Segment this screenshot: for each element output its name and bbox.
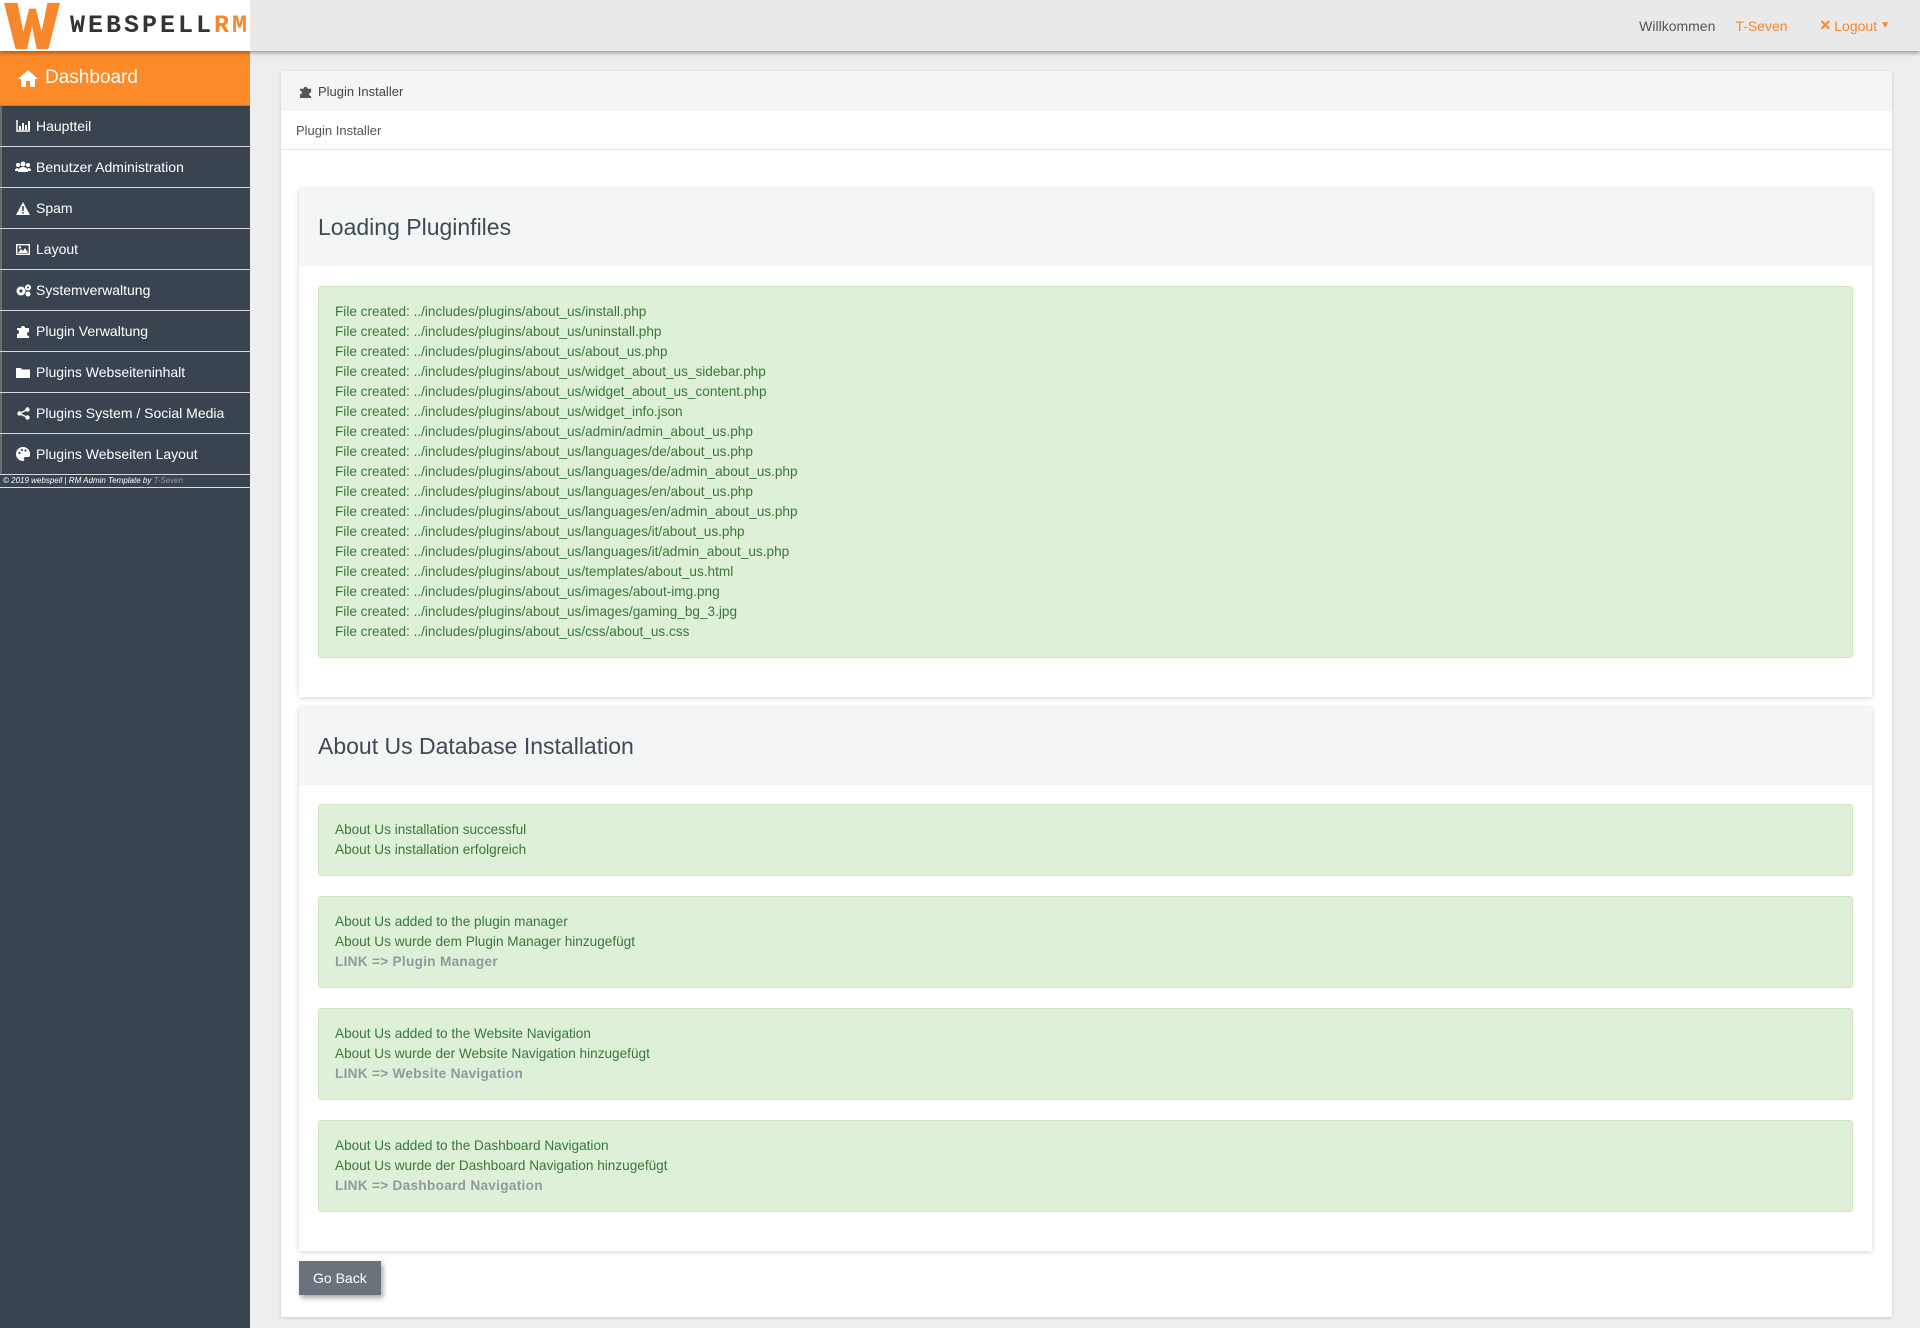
logout-label: Logout [1834, 17, 1878, 34]
chart-icon [14, 120, 32, 132]
alert-line: About Us added to the Dashboard Navigati… [335, 1138, 609, 1153]
puzzle-icon [299, 86, 312, 98]
sidebar-item-label: Benutzer Administration [36, 159, 184, 175]
file-line: File created: ../includes/plugins/about_… [335, 624, 690, 639]
file-line: File created: ../includes/plugins/about_… [335, 424, 753, 439]
sidebar-item-label: Systemverwaltung [36, 282, 151, 298]
sidebar-item-label: Plugins Webseiteninhalt [36, 364, 186, 380]
file-line: File created: ../includes/plugins/about_… [335, 484, 753, 499]
file-line: File created: ../includes/plugins/about_… [335, 584, 720, 599]
close-icon: ✕ [1819, 17, 1832, 33]
sidebar-item-label: Plugins System / Social Media [36, 405, 225, 421]
plugin-manager-alert: About Us added to the plugin manager Abo… [318, 896, 1853, 988]
file-line: File created: ../includes/plugins/about_… [335, 324, 662, 339]
file-line: File created: ../includes/plugins/about_… [335, 544, 790, 559]
copyright-text: © 2019 webspell | RM Admin Template by T… [0, 475, 250, 488]
palette-icon [14, 447, 32, 461]
card-title: About Us Database Installation [299, 707, 1872, 785]
sidebar-item-benutzer-administration[interactable]: Benutzer Administration [0, 147, 250, 188]
sidebar-item-systemverwaltung[interactable]: Systemverwaltung [0, 270, 250, 311]
file-line: File created: ../includes/plugins/about_… [335, 524, 745, 539]
breadcrumb-item: Plugin Installer [296, 122, 382, 138]
sidebar-item-plugins-system-social-media[interactable]: Plugins System / Social Media [0, 393, 250, 434]
website-navigation-link[interactable]: LINK => Website Navigation [335, 1064, 1836, 1084]
install-success-alert: About Us installation successful About U… [318, 804, 1853, 876]
file-line: File created: ../includes/plugins/about_… [335, 504, 798, 519]
plugin-files-card: Loading Pluginfiles File created: ../inc… [299, 188, 1872, 697]
database-installation-card: About Us Database Installation About Us … [299, 707, 1872, 1251]
file-line: File created: ../includes/plugins/about_… [335, 444, 753, 459]
main-panel: Plugin Installer Plugin Installer Loadin… [281, 71, 1892, 1317]
share-icon [14, 406, 32, 420]
image-icon [14, 243, 32, 255]
sidebar-item-label: Spam [36, 200, 73, 216]
file-line: File created: ../includes/plugins/about_… [335, 604, 738, 619]
file-line: File created: ../includes/plugins/about_… [335, 564, 734, 579]
breadcrumb: Plugin Installer [281, 111, 1892, 150]
file-line: File created: ../includes/plugins/about_… [335, 404, 683, 419]
sidebar-item-label: Layout [36, 241, 79, 257]
puzzle-icon [14, 324, 32, 338]
home-icon [18, 69, 38, 87]
sidebar-item-label: Hauptteil [36, 118, 92, 134]
panel-heading-title: Plugin Installer [318, 83, 404, 99]
logo-w-icon [4, 2, 60, 49]
alert-line: About Us wurde der Website Navigation hi… [335, 1046, 650, 1061]
sidebar-dashboard[interactable]: Dashboard [0, 51, 250, 106]
sidebar-item-spam[interactable]: Spam [0, 188, 250, 229]
users-icon [14, 161, 32, 173]
logout-dropdown[interactable]: ✕ Logout ▼ [1820, 17, 1890, 34]
go-back-button[interactable]: Go Back [299, 1261, 381, 1295]
panel-heading: Plugin Installer [281, 71, 1892, 111]
alert-line: About Us added to the plugin manager [335, 914, 568, 929]
file-line: File created: ../includes/plugins/about_… [335, 464, 798, 479]
sidebar-item-plugins-webseiten-layout[interactable]: Plugins Webseiten Layout [0, 434, 250, 475]
files-created-alert: File created: ../includes/plugins/about_… [318, 286, 1853, 658]
file-line: File created: ../includes/plugins/about_… [335, 364, 766, 379]
warning-icon [14, 201, 32, 215]
caret-down-icon: ▼ [1880, 20, 1890, 31]
sidebar-dashboard-label: Dashboard [45, 67, 138, 88]
file-line: File created: ../includes/plugins/about_… [335, 344, 668, 359]
card-title: Loading Pluginfiles [299, 188, 1872, 266]
dashboard-navigation-alert: About Us added to the Dashboard Navigati… [318, 1120, 1853, 1212]
alert-line: About Us wurde dem Plugin Manager hinzug… [335, 934, 635, 949]
copyright-author: T-Seven [153, 476, 184, 485]
plugin-manager-link[interactable]: LINK => Plugin Manager [335, 952, 1836, 972]
alert-line: About Us added to the Website Navigation [335, 1026, 591, 1041]
sidebar-item-plugins-webseiteninhalt[interactable]: Plugins Webseiteninhalt [0, 352, 250, 393]
top-bar: WEBSPELLRM Willkommen T-Seven ✕ Logout ▼ [0, 0, 1920, 51]
dashboard-navigation-link[interactable]: LINK => Dashboard Navigation [335, 1176, 1836, 1196]
sidebar-menu: Hauptteil Benutzer Administration Spam L… [0, 106, 250, 475]
folder-icon [14, 367, 32, 378]
file-line: File created: ../includes/plugins/about_… [335, 304, 647, 319]
brand-name: WEBSPELLRM [69, 11, 250, 40]
alert-line: About Us installation successful [335, 822, 527, 837]
alert-line: About Us installation erfolgreich [335, 842, 527, 857]
brand-logo[interactable]: WEBSPELLRM [0, 0, 250, 51]
user-link[interactable]: T-Seven [1735, 18, 1787, 34]
sidebar-item-label: Plugin Verwaltung [36, 323, 149, 339]
file-line: File created: ../includes/plugins/about_… [335, 384, 767, 399]
welcome-text: Willkommen [1639, 17, 1716, 34]
top-nav: Willkommen T-Seven ✕ Logout ▼ [1639, 0, 1890, 51]
sidebar-item-label: Plugins Webseiten Layout [36, 446, 198, 462]
sidebar-item-plugin-verwaltung[interactable]: Plugin Verwaltung [0, 311, 250, 352]
cogs-icon [14, 284, 32, 297]
website-navigation-alert: About Us added to the Website Navigation… [318, 1008, 1853, 1100]
sidebar-item-layout[interactable]: Layout [0, 229, 250, 270]
sidebar-item-hauptteil[interactable]: Hauptteil [0, 106, 250, 147]
alert-line: About Us wurde der Dashboard Navigation … [335, 1158, 668, 1173]
sidebar: Dashboard Hauptteil Benutzer Administrat… [0, 51, 250, 1328]
